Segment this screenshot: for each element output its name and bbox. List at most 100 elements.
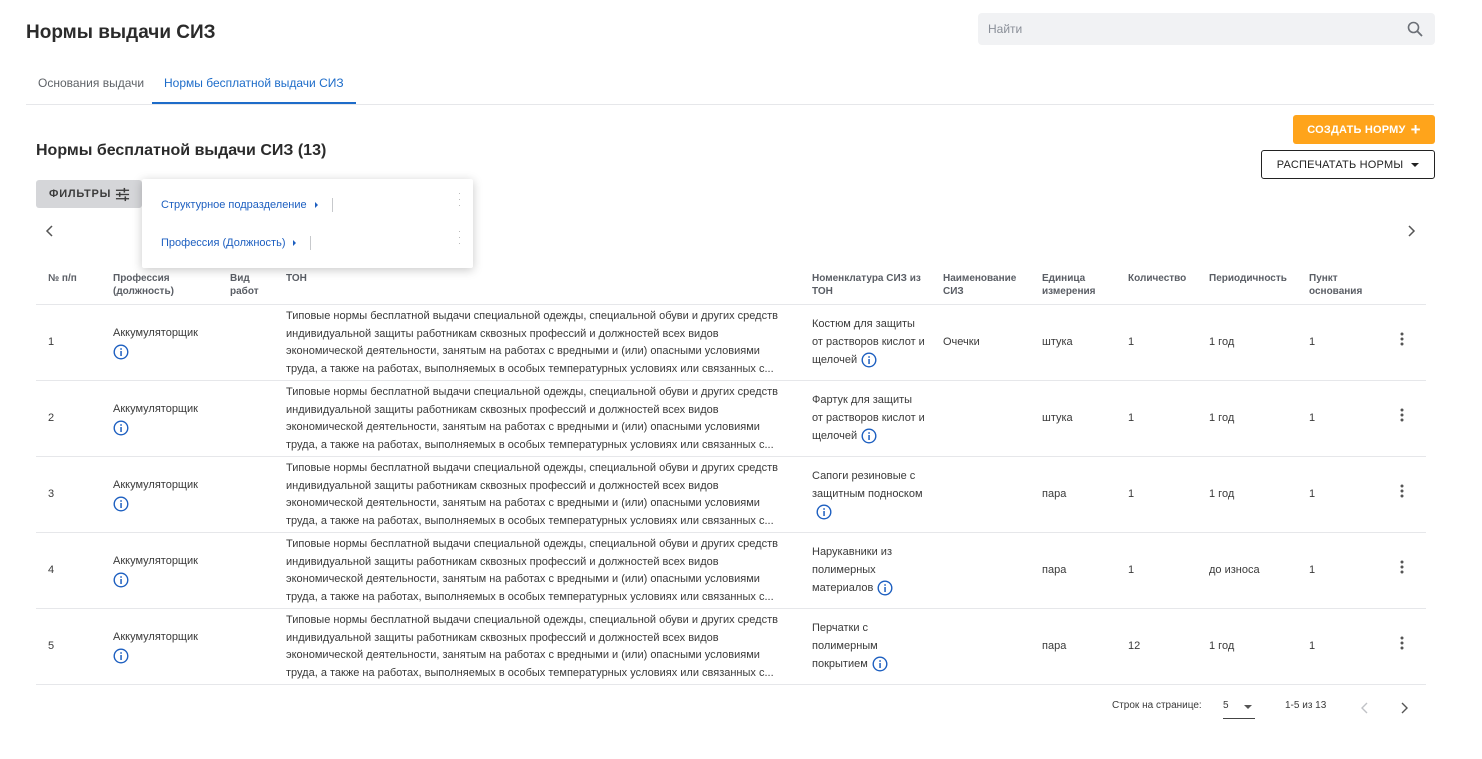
rows-per-page-value: 5 <box>1223 700 1229 711</box>
info-icon[interactable] <box>861 428 877 444</box>
ton-text: Типовые нормы бесплатной выдачи специаль… <box>286 386 778 451</box>
search-input[interactable] <box>978 13 1398 45</box>
cell-ton: Типовые нормы бесплатной выдачи специаль… <box>274 380 800 457</box>
cell-unit: штука <box>1030 304 1116 381</box>
cell-actions <box>1376 380 1426 457</box>
filters-label: ФИЛЬТРЫ <box>49 188 112 200</box>
rows-per-page-select[interactable]: 5 <box>1223 700 1255 719</box>
info-icon[interactable] <box>816 504 832 520</box>
cell-ton: Типовые нормы бесплатной выдачи специаль… <box>274 608 800 685</box>
search-box[interactable] <box>978 13 1435 45</box>
header-profession[interactable]: Профессия (должность) <box>101 266 218 305</box>
header-ton[interactable]: ТОН <box>274 266 800 305</box>
cell-num: 2 <box>36 380 101 457</box>
cell-num: 5 <box>36 608 101 685</box>
search-icon[interactable] <box>1407 21 1423 37</box>
divider <box>310 236 312 250</box>
header-name[interactable]: Наименование СИЗ <box>931 266 1030 305</box>
scroll-hint <box>459 193 461 207</box>
table-row[interactable]: 1 Аккумуляторщик Типовые нормы бесплатной … <box>36 304 1426 381</box>
filters-button[interactable]: ФИЛЬТРЫ <box>36 180 142 208</box>
header-quantity[interactable]: Количество <box>1116 266 1197 305</box>
cell-period: до износа <box>1197 532 1297 609</box>
info-icon[interactable] <box>877 580 893 596</box>
scroll-hint <box>459 231 461 245</box>
table-row[interactable]: 3 Аккумуляторщик Типовые нормы бесплатной … <box>36 456 1426 533</box>
more-vert-icon[interactable] <box>1400 559 1404 575</box>
cell-actions <box>1376 608 1426 685</box>
more-vert-icon[interactable] <box>1400 483 1404 499</box>
nomenclature-text: Перчатки с полимерным покрытием <box>812 622 878 670</box>
cell-period: 1 год <box>1197 608 1297 685</box>
cell-name <box>931 608 1030 685</box>
tab-free-issue-norms[interactable]: Нормы бесплатной выдачи СИЗ <box>152 64 356 104</box>
table-row[interactable]: 4 Аккумуляторщик Типовые нормы бесплатной … <box>36 532 1426 609</box>
pagination-range: 1-5 из 13 <box>1285 700 1327 711</box>
info-icon[interactable] <box>113 648 129 664</box>
scroll-right-icon[interactable] <box>1405 224 1417 238</box>
norms-table: № п/п Профессия (должность) Вид работ ТО… <box>36 266 1426 685</box>
cell-num: 4 <box>36 532 101 609</box>
ton-text: Типовые нормы бесплатной выдачи специаль… <box>286 462 778 527</box>
more-vert-icon[interactable] <box>1400 407 1404 423</box>
more-vert-icon[interactable] <box>1400 635 1404 651</box>
cell-nomenclature: Перчатки с полимерным покрытием <box>800 608 931 685</box>
header-nomenclature[interactable]: Номенклатура СИЗ из ТОН <box>800 266 931 305</box>
info-icon[interactable] <box>113 572 129 588</box>
profession-text: Аккумуляторщик <box>113 327 198 339</box>
profession-text: Аккумуляторщик <box>113 631 198 643</box>
header-clause[interactable]: Пункт основания <box>1297 266 1376 305</box>
caret-right-icon <box>293 240 297 246</box>
cell-work-type <box>218 456 274 533</box>
cell-num: 1 <box>36 304 101 381</box>
cell-name <box>931 456 1030 533</box>
info-icon[interactable] <box>113 496 129 512</box>
filter-structural-unit[interactable]: Структурное подразделение <box>161 198 333 212</box>
next-page-icon[interactable] <box>1399 702 1409 714</box>
more-vert-icon[interactable] <box>1400 331 1404 347</box>
cell-quantity: 1 <box>1116 456 1197 533</box>
filter-profession[interactable]: Профессия (Должность) <box>161 236 312 250</box>
cell-clause: 1 <box>1297 380 1376 457</box>
divider <box>331 198 333 212</box>
cell-profession: Аккумуляторщик <box>101 304 218 381</box>
create-norm-button[interactable]: СОЗДАТЬ НОРМУ + <box>1293 115 1435 144</box>
info-icon[interactable] <box>113 420 129 436</box>
cell-actions <box>1376 532 1426 609</box>
ton-text: Типовые нормы бесплатной выдачи специаль… <box>286 310 778 375</box>
cell-clause: 1 <box>1297 608 1376 685</box>
create-norm-label: СОЗДАТЬ НОРМУ <box>1307 123 1406 136</box>
cell-name <box>931 380 1030 457</box>
nomenclature-text: Сапоги резиновые с защитным подноском <box>812 470 923 500</box>
cell-quantity: 12 <box>1116 608 1197 685</box>
rows-per-page-label: Строк на странице: <box>1112 700 1202 711</box>
previous-page-icon[interactable] <box>1360 702 1370 714</box>
header-actions <box>1376 266 1426 305</box>
cell-clause: 1 <box>1297 304 1376 381</box>
header-num[interactable]: № п/п <box>36 266 101 305</box>
header-unit[interactable]: Единица измерения <box>1030 266 1116 305</box>
page-title: Нормы выдачи СИЗ <box>26 22 216 43</box>
table-row[interactable]: 2 Аккумуляторщик Типовые нормы бесплатной … <box>36 380 1426 457</box>
header-period[interactable]: Периодичность <box>1197 266 1297 305</box>
cell-name: Очечки <box>931 304 1030 381</box>
section-title: Нормы бесплатной выдачи СИЗ (13) <box>36 142 327 159</box>
info-icon[interactable] <box>872 656 888 672</box>
cell-nomenclature: Костюм для защиты от растворов кислот и … <box>800 304 931 381</box>
cell-period: 1 год <box>1197 380 1297 457</box>
print-norms-button[interactable]: РАСПЕЧАТАТЬ НОРМЫ <box>1261 150 1435 179</box>
info-icon[interactable] <box>861 352 877 368</box>
cell-unit: штука <box>1030 380 1116 457</box>
tab-issue-grounds[interactable]: Основания выдачи <box>26 64 156 104</box>
cell-clause: 1 <box>1297 532 1376 609</box>
cell-ton: Типовые нормы бесплатной выдачи специаль… <box>274 532 800 609</box>
info-icon[interactable] <box>113 344 129 360</box>
cell-quantity: 1 <box>1116 532 1197 609</box>
ton-text: Типовые нормы бесплатной выдачи специаль… <box>286 538 778 603</box>
cell-nomenclature: Фартук для защиты от растворов кислот и … <box>800 380 931 457</box>
scroll-left-icon[interactable] <box>44 224 56 238</box>
table-row[interactable]: 5 Аккумуляторщик Типовые нормы бесплатной … <box>36 608 1426 685</box>
cell-ton: Типовые нормы бесплатной выдачи специаль… <box>274 456 800 533</box>
cell-ton: Типовые нормы бесплатной выдачи специаль… <box>274 304 800 381</box>
header-work-type[interactable]: Вид работ <box>218 266 274 305</box>
